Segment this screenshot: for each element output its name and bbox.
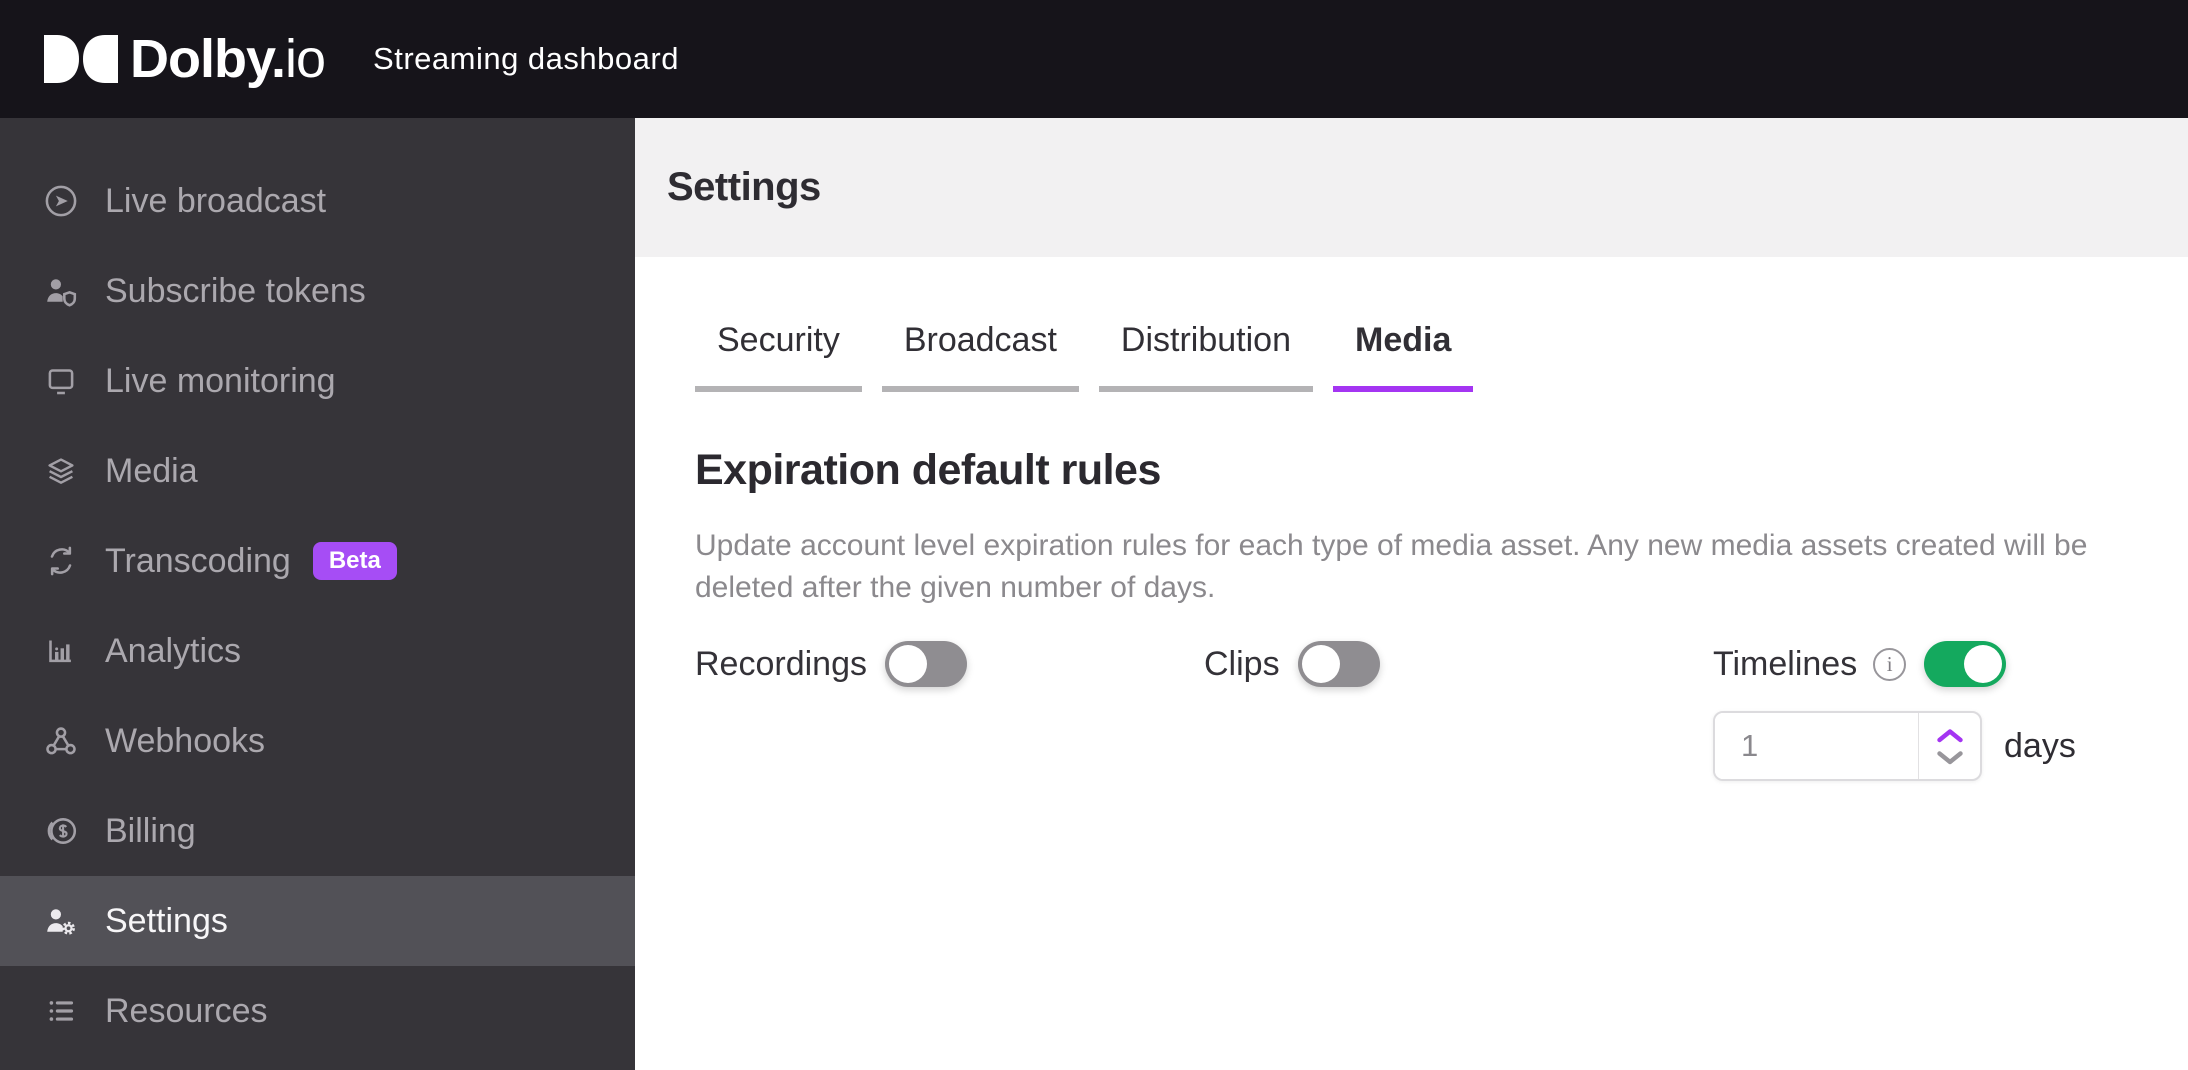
sidebar-item-label: Live broadcast: [105, 181, 327, 220]
expiration-days-input[interactable]: [1715, 713, 1918, 779]
dolby-logo: Dolby.io: [44, 28, 326, 90]
settings-user-gear-icon: [47, 909, 75, 935]
app-title: Streaming dashboard: [373, 41, 679, 76]
dolby-double-d-logo-icon: [44, 35, 118, 83]
analytics-chart-icon: [49, 640, 71, 663]
sidebar-item-subscribe-tokens[interactable]: Subscribe tokens: [0, 246, 635, 336]
chevron-up-icon[interactable]: [1936, 728, 1964, 743]
clips-toggle[interactable]: [1297, 641, 1380, 687]
sidebar-item-live-broadcast[interactable]: Live broadcast: [0, 156, 635, 246]
transcoding-sync-icon: [50, 546, 72, 576]
app-shell: Live broadcast Subscribe tokens Live mon…: [0, 118, 2188, 1070]
sidebar-item-media[interactable]: Media: [0, 426, 635, 516]
sidebar-item-settings[interactable]: Settings: [0, 876, 635, 966]
timelines-control: Timelines i: [1713, 641, 2128, 687]
tab-media[interactable]: Media: [1333, 321, 1474, 392]
section-description: Update account level expiration rules fo…: [695, 529, 2088, 604]
billing-coin-icon: [47, 818, 77, 844]
app-window: Dolby.io Streaming dashboard Live broadc…: [0, 0, 2188, 1070]
main-area: Settings Security Broadcast Distribution…: [635, 118, 2188, 1070]
settings-tab-bar: Security Broadcast Distribution Media: [695, 321, 2128, 392]
sidebar-item-label: Transcoding: [105, 541, 291, 580]
sidebar-nav: Live broadcast Subscribe tokens Live mon…: [0, 118, 635, 1070]
toggle-knob: [1301, 645, 1340, 683]
page-title: Settings: [667, 165, 821, 209]
logo-wordmark-io: io: [285, 29, 326, 89]
days-unit-label: days: [2004, 726, 2076, 765]
sidebar-item-transcoding[interactable]: Transcoding Beta: [0, 516, 635, 606]
timelines-expiration-row: days: [1713, 711, 2128, 781]
sidebar-item-webhooks[interactable]: Webhooks: [0, 696, 635, 786]
settings-content: Security Broadcast Distribution Media Ex…: [635, 257, 2188, 781]
chevron-down-icon[interactable]: [1936, 750, 1964, 765]
sidebar-item-label: Subscribe tokens: [105, 271, 366, 310]
recordings-toggle[interactable]: [884, 641, 967, 687]
page-header-band: Settings: [635, 118, 2188, 257]
top-header-bar: Dolby.io Streaming dashboard: [0, 0, 2188, 118]
beta-badge: Beta: [312, 542, 397, 580]
toggle-knob: [888, 645, 927, 683]
expiration-toggles-row: Recordings Clips Timelines i: [695, 641, 2128, 687]
tab-security[interactable]: Security: [695, 321, 862, 392]
sidebar-item-label: Webhooks: [105, 721, 266, 760]
tab-distribution[interactable]: Distribution: [1098, 321, 1313, 392]
subscribe-tokens-icon: [47, 279, 77, 307]
toggle-knob: [1964, 645, 2003, 683]
expiration-days-field: [1713, 711, 1982, 781]
recordings-control: Recordings: [695, 641, 1204, 687]
number-stepper: [1918, 713, 1980, 779]
recordings-label: Recordings: [695, 644, 867, 683]
sidebar-item-billing[interactable]: Billing: [0, 786, 635, 876]
section-heading: Expiration default rules: [695, 446, 1161, 494]
logo-wordmark-bold: Dolby.: [130, 29, 286, 89]
sidebar-item-label: Settings: [105, 901, 228, 940]
resources-list-icon: [49, 1001, 74, 1021]
sidebar-item-label: Media: [105, 451, 198, 490]
webhooks-icon: [46, 727, 76, 755]
clips-label: Clips: [1204, 644, 1280, 683]
sidebar-item-label: Resources: [105, 991, 268, 1030]
timelines-label: Timelines: [1713, 644, 1858, 683]
tab-broadcast[interactable]: Broadcast: [881, 321, 1079, 392]
sidebar-item-label: Live monitoring: [105, 361, 336, 400]
logo-wordmark: Dolby.io: [130, 28, 326, 90]
timelines-toggle[interactable]: [1924, 641, 2007, 687]
live-broadcast-icon: [45, 185, 77, 217]
live-monitoring-icon: [48, 369, 74, 395]
info-icon[interactable]: i: [1873, 647, 1907, 681]
sidebar-item-analytics[interactable]: Analytics: [0, 606, 635, 696]
sidebar-item-label: Billing: [105, 811, 196, 850]
sidebar-item-resources[interactable]: Resources: [0, 966, 635, 1056]
sidebar-item-label: Analytics: [105, 631, 242, 670]
sidebar-item-live-monitoring[interactable]: Live monitoring: [0, 336, 635, 426]
media-layers-icon: [48, 458, 74, 484]
clips-control: Clips: [1204, 641, 1713, 687]
